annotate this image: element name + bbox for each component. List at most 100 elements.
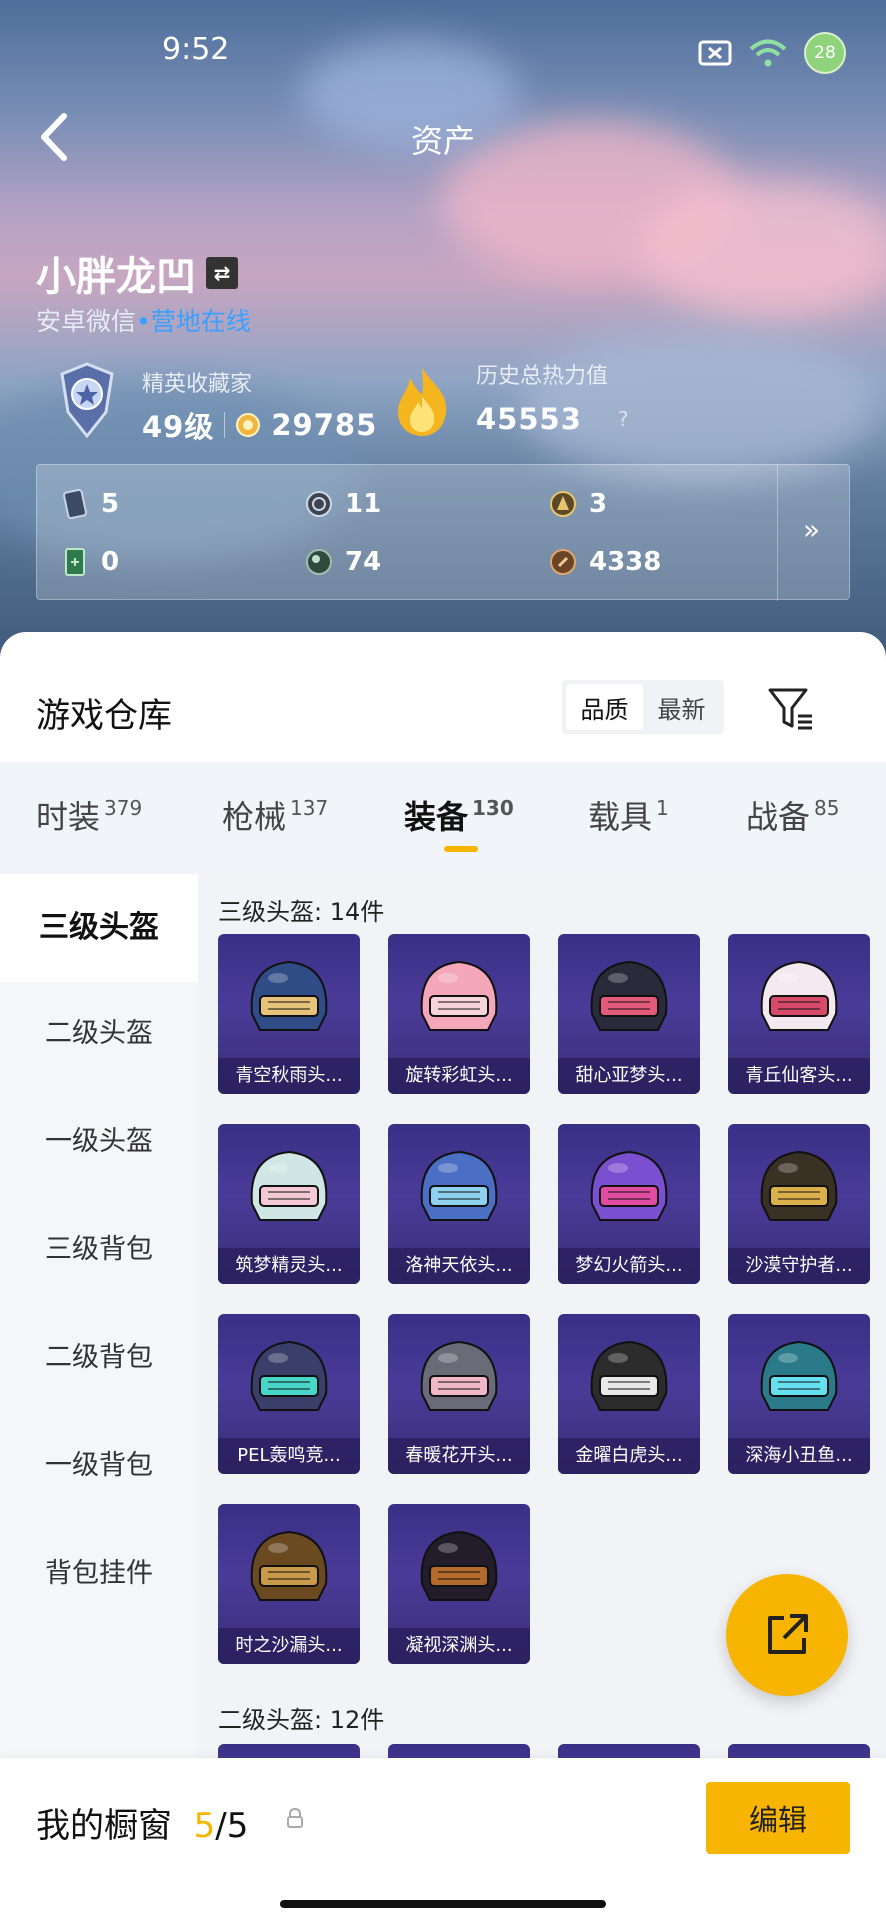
filter-icon[interactable]: [766, 684, 816, 734]
helmet-icon: [420, 1150, 498, 1221]
side-item-helmet-3[interactable]: 三级头盔: [0, 874, 198, 982]
tab-equipment[interactable]: 装备 130: [404, 792, 514, 838]
resource-item: 0: [61, 547, 119, 577]
helmet-icon: [250, 960, 328, 1031]
resource-value: 5: [101, 489, 120, 519]
helmet-icon: [420, 1340, 498, 1411]
item-name: 洛神天依头...: [388, 1248, 530, 1284]
item-name: 时之沙漏头...: [218, 1628, 360, 1664]
card-icon: [63, 489, 87, 519]
helmet-icon: [250, 1150, 328, 1221]
platform-label: 安卓微信: [36, 307, 137, 336]
heat-stat: 历史总热力值 45553 ?: [476, 358, 630, 436]
bronze-coin-icon: [550, 549, 576, 575]
heat-help-icon[interactable]: ?: [618, 407, 630, 431]
battery-indicator: 28: [804, 32, 846, 74]
resource-item: 3: [549, 489, 607, 519]
resource-panel[interactable]: 5 11 3 0 74 4338 »: [36, 464, 850, 601]
user-name: 小胖龙凹 ⇄: [36, 244, 238, 302]
item-card[interactable]: 旋转彩虹头...: [388, 934, 530, 1094]
item-card[interactable]: 青丘仙客头...: [728, 934, 870, 1094]
resource-item: 74: [305, 547, 381, 577]
helmet-icon: [420, 960, 498, 1031]
sort-quality[interactable]: 品质: [566, 684, 643, 730]
side-item-helmet-1[interactable]: 一级头盔: [0, 1112, 198, 1172]
tab-label: 装备: [404, 798, 469, 836]
resource-item: 4338: [549, 547, 661, 577]
tab-count: 85: [814, 796, 840, 820]
item-card[interactable]: PEL轰鸣竞...: [218, 1314, 360, 1474]
showcase-count: 5: [193, 1806, 216, 1846]
item-card[interactable]: 凝视深渊头...: [388, 1504, 530, 1664]
helmet-icon: [760, 1340, 838, 1411]
active-tab-indicator: [444, 846, 478, 852]
showcase-label: 我的橱窗 5/5: [36, 1798, 248, 1847]
sort-latest[interactable]: 最新: [643, 684, 720, 730]
item-name: 甜心亚梦头...: [558, 1058, 700, 1094]
edit-button[interactable]: 编辑: [706, 1782, 850, 1854]
lock-icon: [287, 1808, 303, 1828]
showcase-bar: 我的橱窗 5/5 编辑: [0, 1758, 886, 1920]
section-header: 二级头盔: 12件: [218, 1706, 385, 1734]
page-title: 资产: [410, 122, 475, 160]
item-name: 金曜白虎头...: [558, 1438, 700, 1474]
item-card[interactable]: 筑梦精灵头...: [218, 1124, 360, 1284]
collector-level: 49级: [142, 410, 215, 444]
tab-label: 战备: [746, 798, 811, 836]
resource-value: 0: [101, 547, 120, 577]
tab-vehicles[interactable]: 载具 1: [588, 792, 669, 838]
item-name: 青空秋雨头...: [218, 1058, 360, 1094]
item-card[interactable]: 时之沙漏头...: [218, 1504, 360, 1664]
tab-label: 载具: [588, 798, 653, 836]
side-item-backpack-3[interactable]: 三级背包: [0, 1220, 198, 1280]
coin-gold-icon: [550, 491, 576, 517]
resource-value: 3: [589, 489, 608, 519]
wifi-icon: [749, 39, 787, 67]
item-card[interactable]: 青空秋雨头...: [218, 934, 360, 1094]
helmet-icon: [250, 1340, 328, 1411]
share-button[interactable]: [726, 1574, 848, 1696]
item-card[interactable]: 春暖花开头...: [388, 1314, 530, 1474]
item-card[interactable]: 洛神天依头...: [388, 1124, 530, 1284]
sim-off-icon: [698, 40, 732, 66]
item-card[interactable]: 甜心亚梦头...: [558, 934, 700, 1094]
item-name: 深海小丑鱼...: [728, 1438, 870, 1474]
tab-fashion[interactable]: 时装 379: [36, 792, 142, 838]
side-item-backpack-1[interactable]: 一级背包: [0, 1436, 198, 1496]
tab-count: 1: [656, 796, 669, 820]
tab-guns[interactable]: 枪械 137: [222, 792, 328, 838]
tab-label: 枪械: [222, 798, 287, 836]
item-name: 梦幻火箭头...: [558, 1248, 700, 1284]
item-name: 旋转彩虹头...: [388, 1058, 530, 1094]
item-name: 青丘仙客头...: [728, 1058, 870, 1094]
ticket-icon: [65, 548, 85, 576]
item-card[interactable]: 深海小丑鱼...: [728, 1314, 870, 1474]
status-bar: 9:52 28: [0, 28, 886, 74]
switch-account-icon[interactable]: ⇄: [206, 257, 238, 289]
item-name: 春暖花开头...: [388, 1438, 530, 1474]
orb-icon: [306, 549, 332, 575]
item-card[interactable]: 金曜白虎头...: [558, 1314, 700, 1474]
expand-resources-icon[interactable]: »: [803, 513, 820, 546]
item-card[interactable]: 沙漠守护者...: [728, 1124, 870, 1284]
tab-supplies[interactable]: 战备 85: [746, 792, 839, 838]
resource-value: 74: [345, 547, 382, 577]
item-name: 凝视深渊头...: [388, 1628, 530, 1664]
resource-item: 11: [305, 489, 381, 519]
sort-toggle: 品质 最新: [562, 680, 724, 734]
item-name: PEL轰鸣竞...: [218, 1438, 360, 1474]
online-dot: •: [136, 307, 151, 336]
resource-item: 5: [61, 489, 119, 519]
side-item-pendant[interactable]: 背包挂件: [0, 1544, 198, 1604]
side-item-backpack-2[interactable]: 二级背包: [0, 1328, 198, 1388]
item-card[interactable]: 梦幻火箭头...: [558, 1124, 700, 1284]
helmet-icon: [760, 960, 838, 1031]
item-name: 筑梦精灵头...: [218, 1248, 360, 1284]
user-name-text: 小胖龙凹: [36, 254, 196, 300]
helmet-icon: [590, 960, 668, 1031]
tab-count: 130: [472, 796, 514, 820]
user-status: 安卓微信•营地在线: [36, 302, 251, 338]
side-item-helmet-2[interactable]: 二级头盔: [0, 1004, 198, 1064]
resource-value: 4338: [589, 547, 662, 577]
helmet-icon: [590, 1340, 668, 1411]
